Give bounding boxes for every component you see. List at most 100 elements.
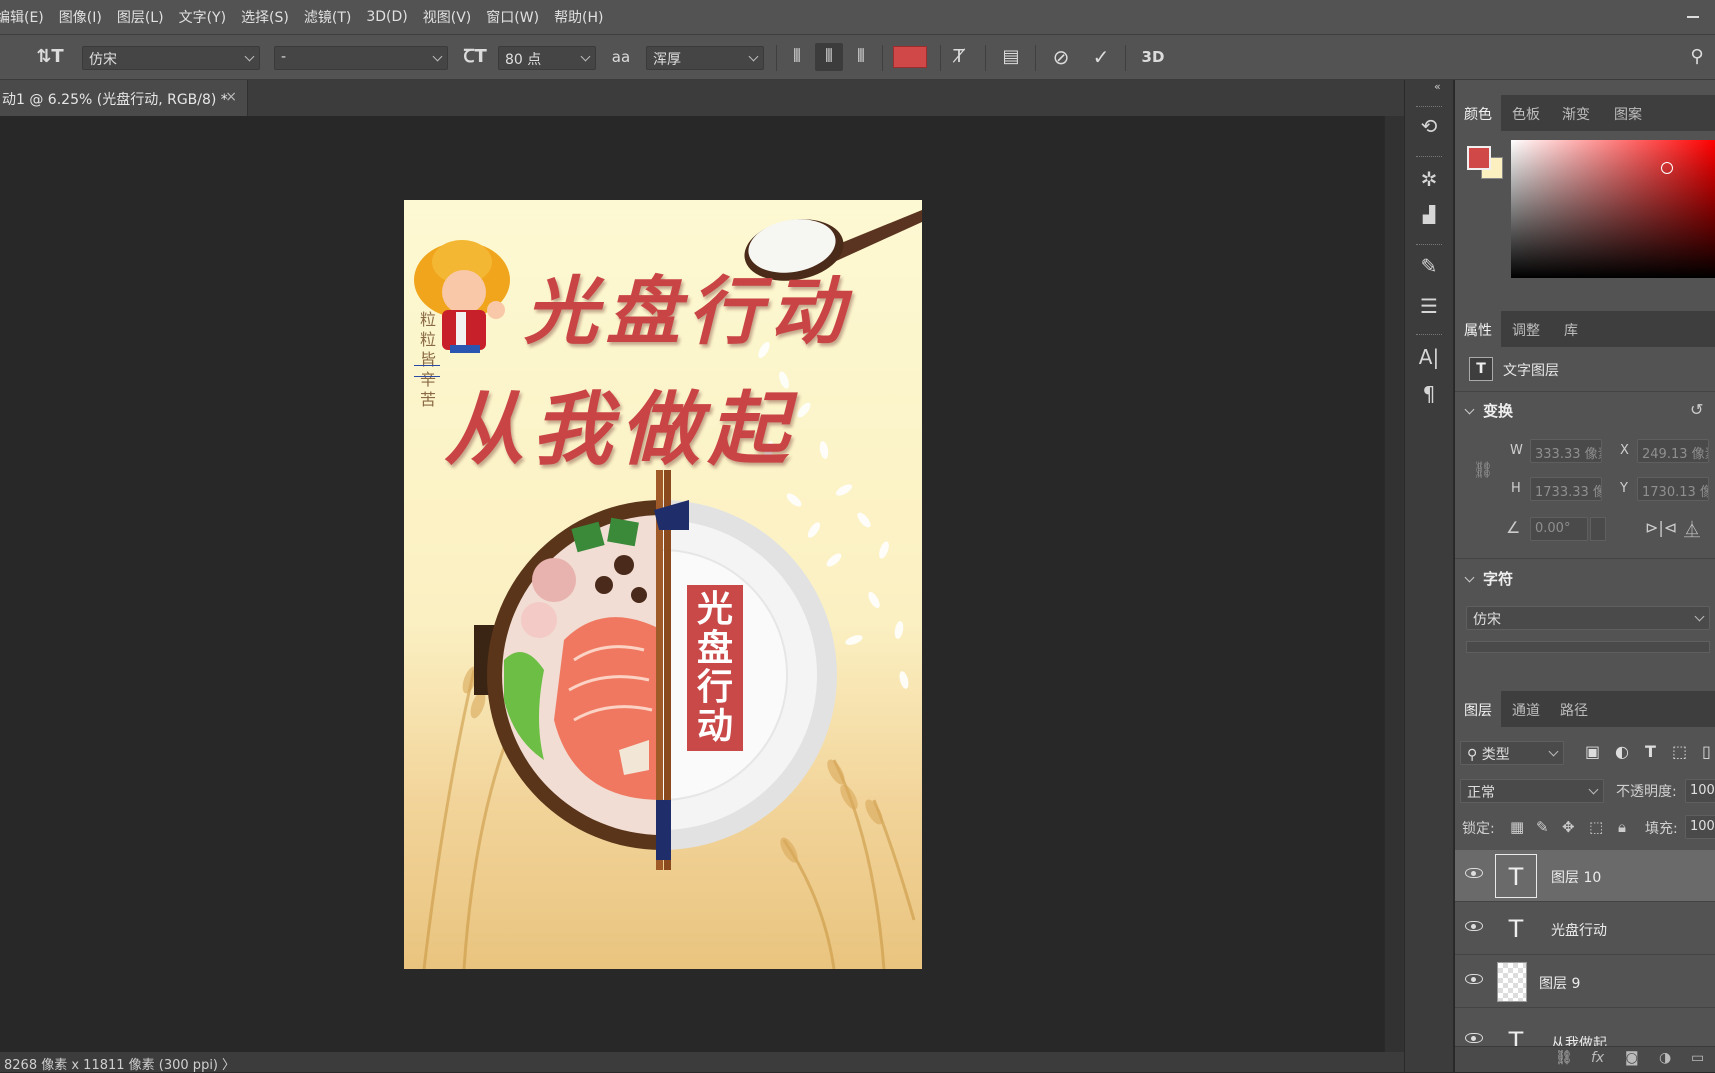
layer-name[interactable]: 图层 10: [1551, 867, 1601, 887]
lock-brush-icon[interactable]: ✎: [1536, 818, 1549, 836]
visibility-eye-icon[interactable]: [1465, 868, 1483, 878]
tab-channels[interactable]: 通道: [1503, 691, 1549, 727]
menu-type[interactable]: 文字(Y): [179, 7, 226, 27]
lock-all-icon[interactable]: 🔒︎: [1618, 818, 1626, 836]
strip-grip: [1416, 334, 1442, 336]
tab-color[interactable]: 颜色: [1455, 95, 1501, 131]
menu-window[interactable]: 窗口(W): [486, 7, 539, 27]
transform-section-header[interactable]: 变换: [1464, 400, 1513, 421]
filter-adjustment-icon[interactable]: ◐: [1615, 742, 1629, 761]
tab-layers[interactable]: 图层: [1455, 691, 1501, 727]
lock-transparent-icon[interactable]: ▦: [1510, 818, 1524, 836]
align-center-icon[interactable]: ⦀: [815, 43, 843, 71]
text-cursor-icon: [414, 365, 440, 377]
fill-field[interactable]: 100%: [1685, 815, 1715, 839]
close-tab-icon[interactable]: ×: [225, 89, 237, 105]
adjustment-layer-icon[interactable]: ◑: [1659, 1050, 1671, 1066]
layer-row[interactable]: 图层 9: [1455, 956, 1715, 1008]
tool-presets-icon[interactable]: ☰: [1416, 293, 1442, 319]
tab-paths[interactable]: 路径: [1551, 691, 1597, 727]
align-right-icon[interactable]: ⦀: [849, 45, 873, 69]
filter-type-icon[interactable]: T: [1645, 742, 1656, 761]
vertical-text-layer[interactable]: 粒粒皆辛苦: [418, 310, 438, 410]
brush-settings-icon[interactable]: ✎: [1416, 253, 1442, 279]
character-section-header[interactable]: 字符: [1464, 568, 1513, 589]
tab-gradients[interactable]: 渐变: [1551, 95, 1601, 131]
flip-vertical-icon[interactable]: ⏅: [1684, 516, 1700, 540]
tab-adjustments[interactable]: 调整: [1503, 311, 1549, 347]
angle-dropdown[interactable]: [1590, 517, 1606, 541]
character-icon[interactable]: A|: [1416, 344, 1442, 370]
x-field[interactable]: 249.13 像素: [1637, 439, 1709, 463]
tab-libraries[interactable]: 库: [1551, 311, 1591, 347]
align-left-icon[interactable]: ⦀: [785, 45, 809, 69]
status-chevron-icon[interactable]: 〉: [222, 1058, 235, 1073]
layer-row[interactable]: T 从我做起: [1455, 1009, 1715, 1049]
tab-swatches[interactable]: 色板: [1503, 95, 1549, 131]
menu-layer[interactable]: 图层(L): [117, 7, 164, 27]
text-color-swatch[interactable]: [893, 46, 927, 68]
lock-move-icon[interactable]: ✥: [1562, 818, 1575, 836]
foreground-color-swatch[interactable]: [1467, 146, 1491, 170]
menu-select[interactable]: 选择(S): [241, 7, 289, 27]
visibility-eye-icon[interactable]: [1465, 1033, 1483, 1043]
font-family-select[interactable]: 仿宋: [82, 46, 260, 70]
menu-3d[interactable]: 3D(D): [366, 9, 407, 25]
flip-horizontal-icon[interactable]: ⊳|⊲: [1645, 518, 1677, 537]
height-field[interactable]: 1733.33 像素: [1530, 477, 1602, 501]
layer-thumbnail: T: [1495, 854, 1537, 898]
menu-edit[interactable]: 编辑(E): [0, 7, 44, 27]
font-size-select[interactable]: 80 点: [498, 46, 596, 70]
color-picker-field[interactable]: [1511, 140, 1715, 278]
blend-mode-select[interactable]: 正常: [1460, 779, 1604, 803]
minimize-button[interactable]: [1687, 16, 1699, 18]
visibility-eye-icon[interactable]: [1465, 974, 1483, 984]
paragraph-icon[interactable]: ¶: [1416, 381, 1442, 407]
search-icon[interactable]: ⚲: [1684, 45, 1710, 69]
menu-help[interactable]: 帮助(H): [554, 7, 603, 27]
vertical-scrollbar[interactable]: [1384, 116, 1404, 1052]
layer-filter-select[interactable]: ⚲ 类型: [1460, 741, 1564, 765]
layer-name[interactable]: 光盘行动: [1551, 920, 1607, 940]
reset-transform-icon[interactable]: ↺: [1690, 400, 1703, 419]
layer-row[interactable]: T 光盘行动: [1455, 903, 1715, 955]
width-field[interactable]: 333.33 像素: [1530, 439, 1602, 463]
history-icon[interactable]: ⟲: [1416, 113, 1442, 139]
character-panel-icon[interactable]: ▤: [998, 45, 1024, 69]
3d-button[interactable]: 3D: [1138, 45, 1168, 69]
commit-checkmark-icon[interactable]: ✓: [1088, 45, 1114, 69]
opacity-field[interactable]: 100%: [1685, 779, 1715, 803]
visibility-eye-icon[interactable]: [1465, 921, 1483, 931]
font-style-select[interactable]: -: [274, 46, 448, 70]
angle-field[interactable]: 0.00°: [1530, 517, 1588, 541]
y-field[interactable]: 1730.13 像素: [1637, 477, 1709, 501]
character-font-select[interactable]: 仿宋: [1466, 606, 1710, 630]
warp-text-icon[interactable]: Ⱦ: [946, 45, 972, 69]
menu-view[interactable]: 视图(V): [423, 7, 472, 27]
fx-button[interactable]: fx: [1591, 1050, 1604, 1066]
document-tab[interactable]: 动1 @ 6.25% (光盘行动, RGB/8) * ×: [0, 80, 248, 116]
navigator-wheel-icon[interactable]: ✲: [1416, 166, 1442, 192]
filter-shape-icon[interactable]: ⬚: [1672, 742, 1687, 761]
tab-properties[interactable]: 属性: [1455, 311, 1501, 347]
new-group-icon[interactable]: ▭: [1691, 1050, 1704, 1066]
poster-canvas[interactable]: 光盘行动 从我做起 粒粒皆辛苦 光 盘 行 动: [404, 200, 922, 969]
lock-artboard-icon[interactable]: ⬚: [1589, 818, 1603, 836]
cancel-icon[interactable]: ⊘: [1048, 45, 1074, 69]
filter-smartobject-icon[interactable]: ▯: [1702, 742, 1711, 761]
link-layers-icon[interactable]: ⛓: [1555, 1050, 1573, 1066]
collapse-panels-icon[interactable]: «: [1434, 80, 1441, 93]
menu-image[interactable]: 图像(I): [59, 7, 102, 27]
layer-row[interactable]: T 图层 10: [1455, 850, 1715, 902]
filter-pixel-icon[interactable]: ▣: [1585, 742, 1600, 761]
text-tool-orientation-icon[interactable]: ⇅T: [36, 45, 64, 69]
histogram-icon[interactable]: ▟: [1416, 202, 1442, 228]
character-style-field[interactable]: [1466, 641, 1710, 653]
menu-filter[interactable]: 滤镜(T): [304, 7, 351, 27]
link-dimensions-icon[interactable]: ⛓: [1473, 460, 1493, 479]
add-mask-icon[interactable]: ◙: [1625, 1050, 1639, 1066]
tab-patterns[interactable]: 图案: [1603, 95, 1653, 131]
color-picker-handle[interactable]: [1661, 162, 1673, 174]
layer-name[interactable]: 图层 9: [1539, 973, 1580, 993]
antialias-select[interactable]: 浑厚: [646, 46, 764, 70]
